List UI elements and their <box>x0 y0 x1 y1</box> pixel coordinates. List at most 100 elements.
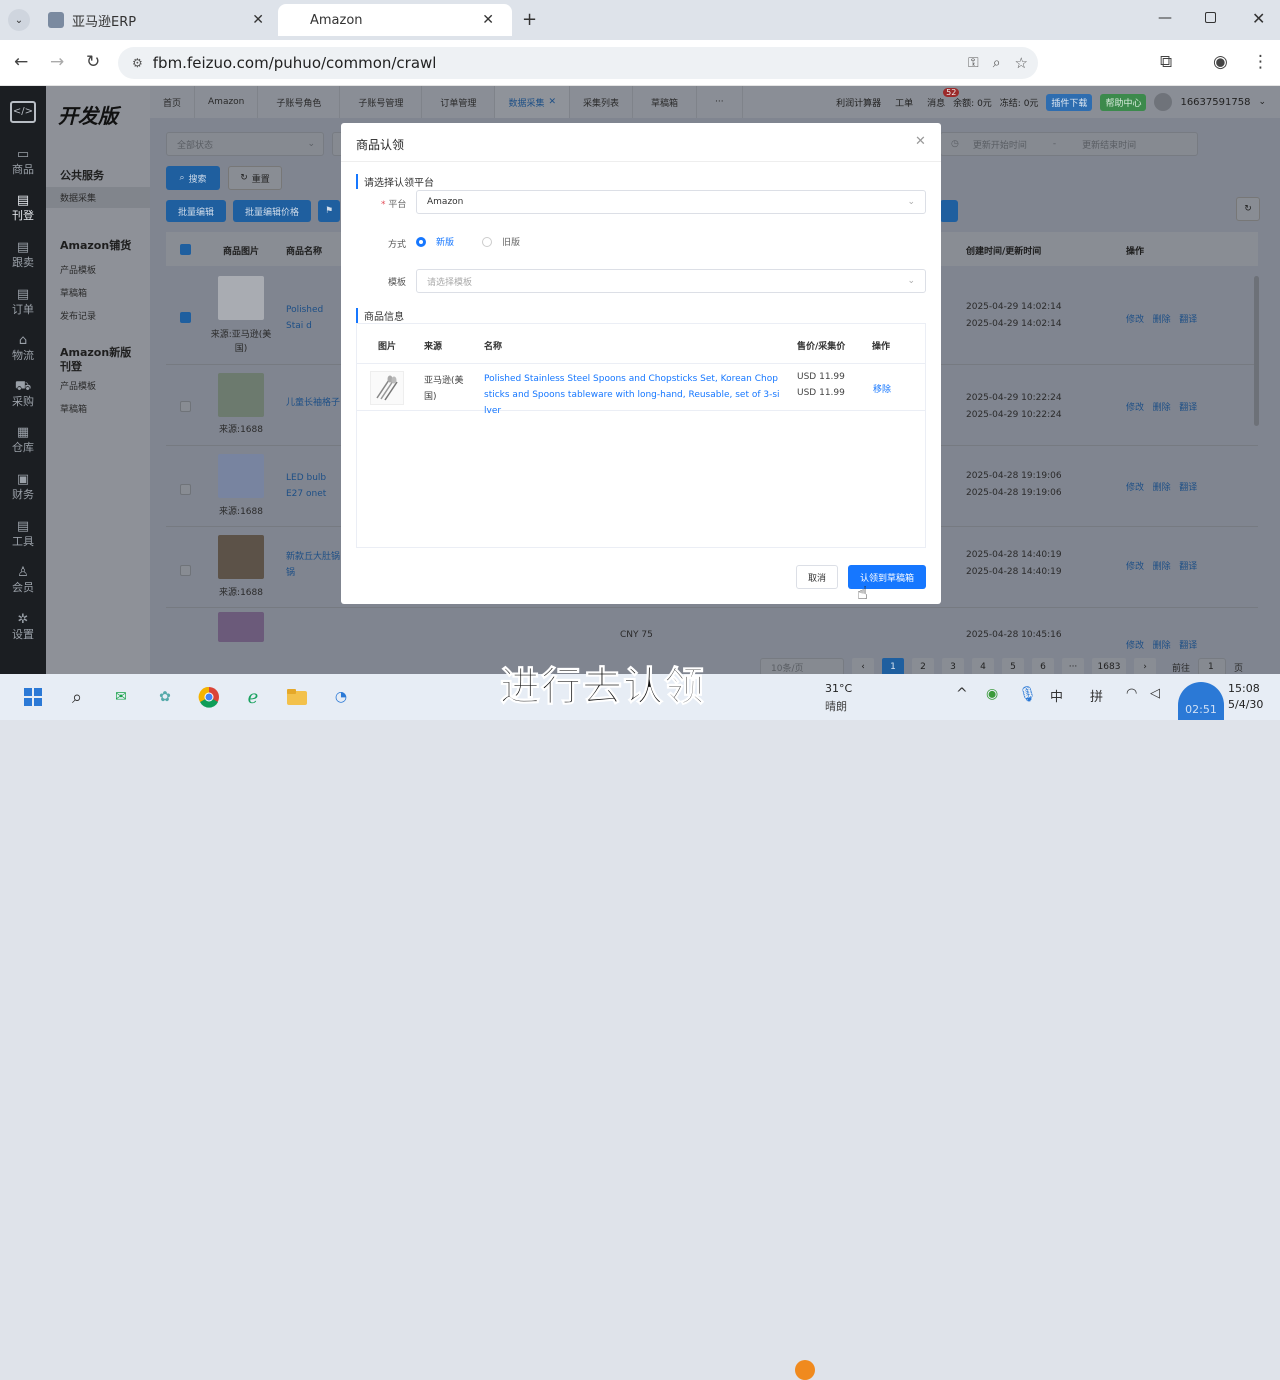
select-all-checkbox[interactable] <box>180 244 191 255</box>
row-name-link[interactable]: Polished Stai d Spoons tal <box>286 302 342 334</box>
tab-crawl-list[interactable]: 采集列表 <box>570 86 634 118</box>
refresh-table-button[interactable]: ↻ <box>1236 197 1260 221</box>
password-key-icon[interactable]: ⚿ <box>968 55 979 71</box>
message-link[interactable]: 消息 52 <box>927 87 960 109</box>
tab-amazon[interactable]: Amazon <box>195 86 259 118</box>
translate-link[interactable]: 翻译 <box>1179 641 1197 651</box>
restore-icon[interactable] <box>1205 12 1216 23</box>
submenu-item[interactable]: 产品模板 <box>60 263 96 276</box>
date-range-picker[interactable]: ◷ 更新开始时间 - 更新结束时间 <box>940 132 1198 156</box>
batch-action-button[interactable] <box>940 200 958 222</box>
tab-close-icon[interactable]: ✕ <box>482 12 494 28</box>
back-icon[interactable]: ← <box>14 52 28 72</box>
extensions-icon[interactable]: ⧉ <box>1160 52 1172 72</box>
status-select[interactable]: 全部状态 ⌄ <box>166 132 324 156</box>
tab-data-crawl[interactable]: 数据采集 ✕ <box>495 86 570 118</box>
profit-calc-link[interactable]: 利润计算器 <box>836 96 881 109</box>
help-center-button[interactable]: 帮助中心 <box>1100 93 1147 111</box>
mode-new-radio[interactable] <box>416 236 426 247</box>
account-phone[interactable]: 16637591758 <box>1180 97 1250 108</box>
close-icon[interactable]: ✕ <box>915 134 926 149</box>
translate-link[interactable]: 翻译 <box>1179 403 1197 413</box>
cancel-button[interactable]: 取消 <box>796 565 838 589</box>
edit-link[interactable]: 修改 <box>1126 403 1144 413</box>
remove-link[interactable]: 移除 <box>873 382 891 395</box>
tab-home[interactable]: 首页 <box>150 86 196 118</box>
delete-link[interactable]: 删除 <box>1153 315 1171 325</box>
submenu-item[interactable]: 发布记录 <box>60 309 96 322</box>
row-name-link[interactable]: 新款丘大肚锅 锅 <box>286 549 342 581</box>
flag-button[interactable]: ⚑ <box>318 200 340 222</box>
wifi-icon[interactable]: ◠ <box>1126 686 1137 701</box>
reset-button[interactable]: ↻ 重置 <box>228 166 282 190</box>
chevron-down-icon[interactable]: ⌄ <box>1258 97 1266 107</box>
translate-link[interactable]: 翻译 <box>1179 562 1197 572</box>
submenu-item[interactable]: 草稿箱 <box>60 402 87 415</box>
delete-link[interactable]: 删除 <box>1153 562 1171 572</box>
edit-link[interactable]: 修改 <box>1126 315 1144 325</box>
table-scrollbar[interactable] <box>1254 276 1259 426</box>
plugin-download-button[interactable]: 插件下载 <box>1046 93 1093 111</box>
zoom-icon[interactable]: ⌕ <box>993 55 1001 71</box>
sidebar-item-member[interactable]: ♙ 会员 <box>0 566 46 594</box>
volume-icon[interactable]: ◁ <box>1150 686 1160 701</box>
sidebar-item-follow[interactable]: ▤ 跟卖 <box>0 241 46 269</box>
search-button[interactable]: ⌕ 搜索 <box>166 166 220 190</box>
sidebar-item-listing[interactable]: ▤ 刊登 <box>0 194 46 222</box>
search-icon[interactable]: ⌕ <box>64 684 90 710</box>
microphone-icon[interactable]: 🎙 <box>1018 685 1037 703</box>
bookmark-star-icon[interactable]: ☆ <box>1015 54 1028 72</box>
ime-pinyin-toggle[interactable]: 拼 <box>1090 686 1103 705</box>
delete-link[interactable]: 删除 <box>1153 641 1171 651</box>
submenu-item[interactable]: 产品模板 <box>60 379 96 392</box>
sidebar-item-warehouse[interactable]: ▦ 仓库 <box>0 426 46 454</box>
minimize-icon[interactable]: — <box>1158 10 1172 26</box>
sidebar-item-orders[interactable]: ▤ 订单 <box>0 288 46 316</box>
copilot-icon[interactable]: ✿ <box>152 684 178 710</box>
sidebar-item-finance[interactable]: ▣ 财务 <box>0 473 46 501</box>
edit-link[interactable]: 修改 <box>1126 483 1144 493</box>
tab-menu-button[interactable]: ⌄ <box>8 9 30 31</box>
file-explorer-icon[interactable] <box>284 684 310 710</box>
row-name-link[interactable]: LED bulb E27 onet energy- <box>286 470 342 502</box>
windows-start-icon[interactable] <box>20 684 46 710</box>
new-tab-button[interactable]: + <box>522 9 537 30</box>
sidebar-item-settings[interactable]: ✲ 设置 <box>0 613 46 641</box>
tray-chevron-up-icon[interactable]: ^ <box>956 686 968 702</box>
row-name-link[interactable]: 儿童长袖格子 <box>286 395 342 408</box>
tab-sub-role[interactable]: 子账号角色 <box>258 86 341 118</box>
recording-timer[interactable]: 02:51 <box>1178 682 1224 720</box>
ime-chinese-toggle[interactable]: 中 <box>1050 686 1063 705</box>
tab-close-icon[interactable]: ✕ <box>548 97 556 107</box>
ticket-link[interactable]: 工单 <box>895 96 913 109</box>
forward-icon[interactable]: → <box>50 52 64 72</box>
close-window-icon[interactable]: ✕ <box>1252 9 1265 28</box>
tab-close-icon[interactable]: ✕ <box>252 12 264 28</box>
template-select[interactable]: 请选择模板 ⌄ <box>416 269 926 293</box>
goods-name-link[interactable]: Polished Stainless Steel Spoons and Chop… <box>484 371 782 419</box>
platform-select[interactable]: Amazon ⌄ <box>416 190 926 214</box>
row-checkbox[interactable] <box>180 565 191 576</box>
profile-icon[interactable]: ◉ <box>1213 52 1228 72</box>
translate-link[interactable]: 翻译 <box>1179 315 1197 325</box>
site-info-icon[interactable]: ⚙ <box>132 56 143 70</box>
delete-link[interactable]: 删除 <box>1153 403 1171 413</box>
tray-app-icon[interactable]: ◉ <box>986 686 998 702</box>
wechat-icon[interactable]: ✉ <box>108 684 134 710</box>
sidebar-item-purchase[interactable]: ⛟ 采购 <box>0 380 46 408</box>
tab-sub-account[interactable]: 子账号管理 <box>340 86 423 118</box>
tab-more[interactable]: ··· <box>697 86 743 118</box>
sidebar-item-goods[interactable]: ▭ 商品 <box>0 148 46 176</box>
edit-link[interactable]: 修改 <box>1126 641 1144 651</box>
sidebar-item-logistics[interactable]: ⌂ 物流 <box>0 334 46 362</box>
reload-icon[interactable]: ↻ <box>86 52 100 72</box>
sidebar-item-tools[interactable]: ▤ 工具 <box>0 520 46 548</box>
row-checkbox[interactable] <box>180 484 191 495</box>
chrome-icon[interactable] <box>196 684 222 710</box>
url-field[interactable]: ⚙ fbm.feizuo.com/puhuo/common/crawl ⚿ ⌕ … <box>118 47 1038 79</box>
submenu-item-crawl[interactable]: 数据采集 <box>46 187 150 208</box>
row-checkbox[interactable] <box>180 401 191 412</box>
row-checkbox[interactable] <box>180 312 191 323</box>
delete-link[interactable]: 删除 <box>1153 483 1171 493</box>
batch-price-button[interactable]: 批量编辑价格 <box>233 200 311 222</box>
